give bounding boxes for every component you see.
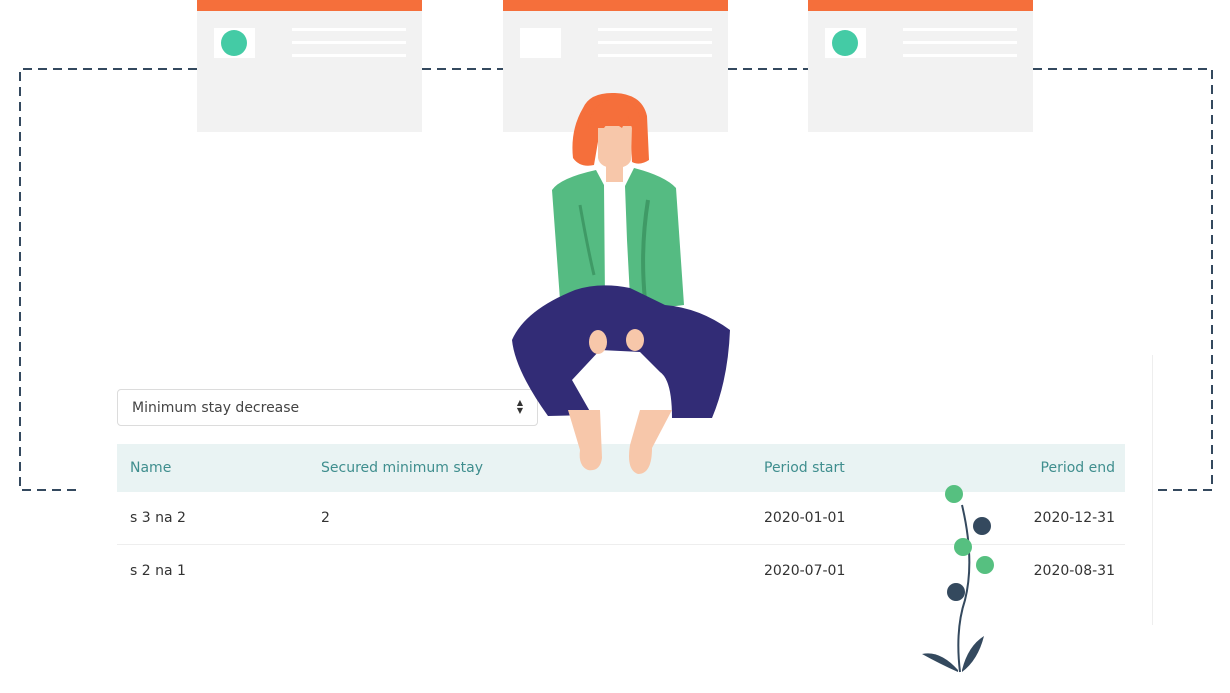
header-period-start[interactable]: Period start xyxy=(764,444,845,492)
cell-period-start: 2020-01-01 xyxy=(764,510,846,526)
select-arrows-icon: ▲ ▼ xyxy=(516,398,524,415)
panel-right-edge xyxy=(1152,355,1153,625)
table-row[interactable]: s 2 na 1 2020-07-01 2020-08-31 xyxy=(117,545,1125,597)
filter-select[interactable]: Minimum stay decrease ▲ ▼ xyxy=(117,389,538,426)
cell-period-start: 2020-07-01 xyxy=(764,563,846,579)
cell-name: s 2 na 1 xyxy=(130,563,186,579)
dashed-frame xyxy=(19,68,1213,491)
card-illustration-3 xyxy=(808,0,1033,132)
filter-select-value: Minimum stay decrease xyxy=(132,399,300,416)
minimum-stay-table: Name Secured minimum stay Period start P… xyxy=(117,444,1125,597)
header-period-end[interactable]: Period end xyxy=(1041,444,1115,492)
header-name[interactable]: Name xyxy=(130,444,171,492)
cell-period-end: 2020-12-31 xyxy=(1033,510,1115,526)
table-header: Name Secured minimum stay Period start P… xyxy=(117,444,1125,492)
header-secured-minimum-stay[interactable]: Secured minimum stay xyxy=(321,444,483,492)
table-row[interactable]: s 3 na 2 2 2020-01-01 2020-12-31 xyxy=(117,492,1125,545)
cell-secured-minimum-stay: 2 xyxy=(321,510,330,526)
cell-name: s 3 na 2 xyxy=(130,510,186,526)
cell-period-end: 2020-08-31 xyxy=(1033,563,1115,579)
card-illustration-2 xyxy=(503,0,728,132)
card-illustration-1 xyxy=(197,0,422,132)
